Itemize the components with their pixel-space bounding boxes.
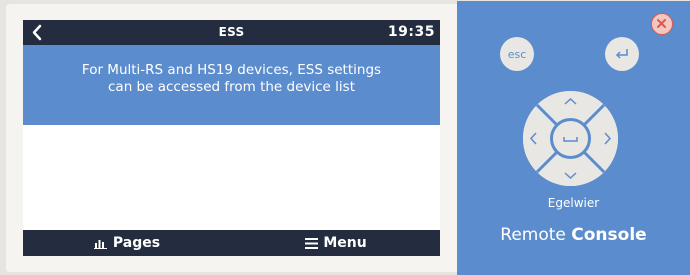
- menu-label: Menu: [323, 235, 367, 251]
- enter-icon: [615, 49, 628, 59]
- esc-label: esc: [507, 47, 527, 61]
- remote-control-panel: esc Egelwier Remote Console: [457, 1, 690, 275]
- info-message-line2: can be accessed from the device list: [108, 79, 355, 95]
- device-name: Egelwier: [547, 196, 600, 210]
- info-banner: For Multi-RS and HS19 devices, ESS setti…: [23, 45, 440, 125]
- pages-label: Pages: [112, 235, 161, 251]
- clock: 19:35: [387, 24, 435, 40]
- info-message-line1: For Multi-RS and HS19 devices, ESS setti…: [81, 62, 382, 78]
- device-screen: ESS 19:35 For Multi-RS and HS19 devices,…: [23, 20, 440, 256]
- top-bar: ESS 19:35: [23, 20, 440, 45]
- bottom-bar: Pages Menu: [23, 230, 440, 256]
- brand-suffix: Console: [571, 225, 647, 245]
- space-button[interactable]: [550, 118, 591, 159]
- esc-button[interactable]: esc: [500, 37, 534, 71]
- pages-button[interactable]: Pages: [23, 230, 231, 256]
- close-button[interactable]: [651, 13, 673, 35]
- space-icon: [563, 137, 578, 142]
- menu-button[interactable]: Menu: [232, 230, 440, 256]
- direction-pad: [522, 90, 619, 187]
- page-title: ESS: [218, 25, 245, 39]
- brand-prefix: Remote: [500, 225, 566, 245]
- close-icon: [657, 19, 666, 28]
- bar-chart-icon: [93, 240, 107, 249]
- brand-title: Remote Console: [457, 225, 690, 245]
- enter-button[interactable]: [605, 37, 639, 71]
- hamburger-menu-icon: [305, 237, 319, 249]
